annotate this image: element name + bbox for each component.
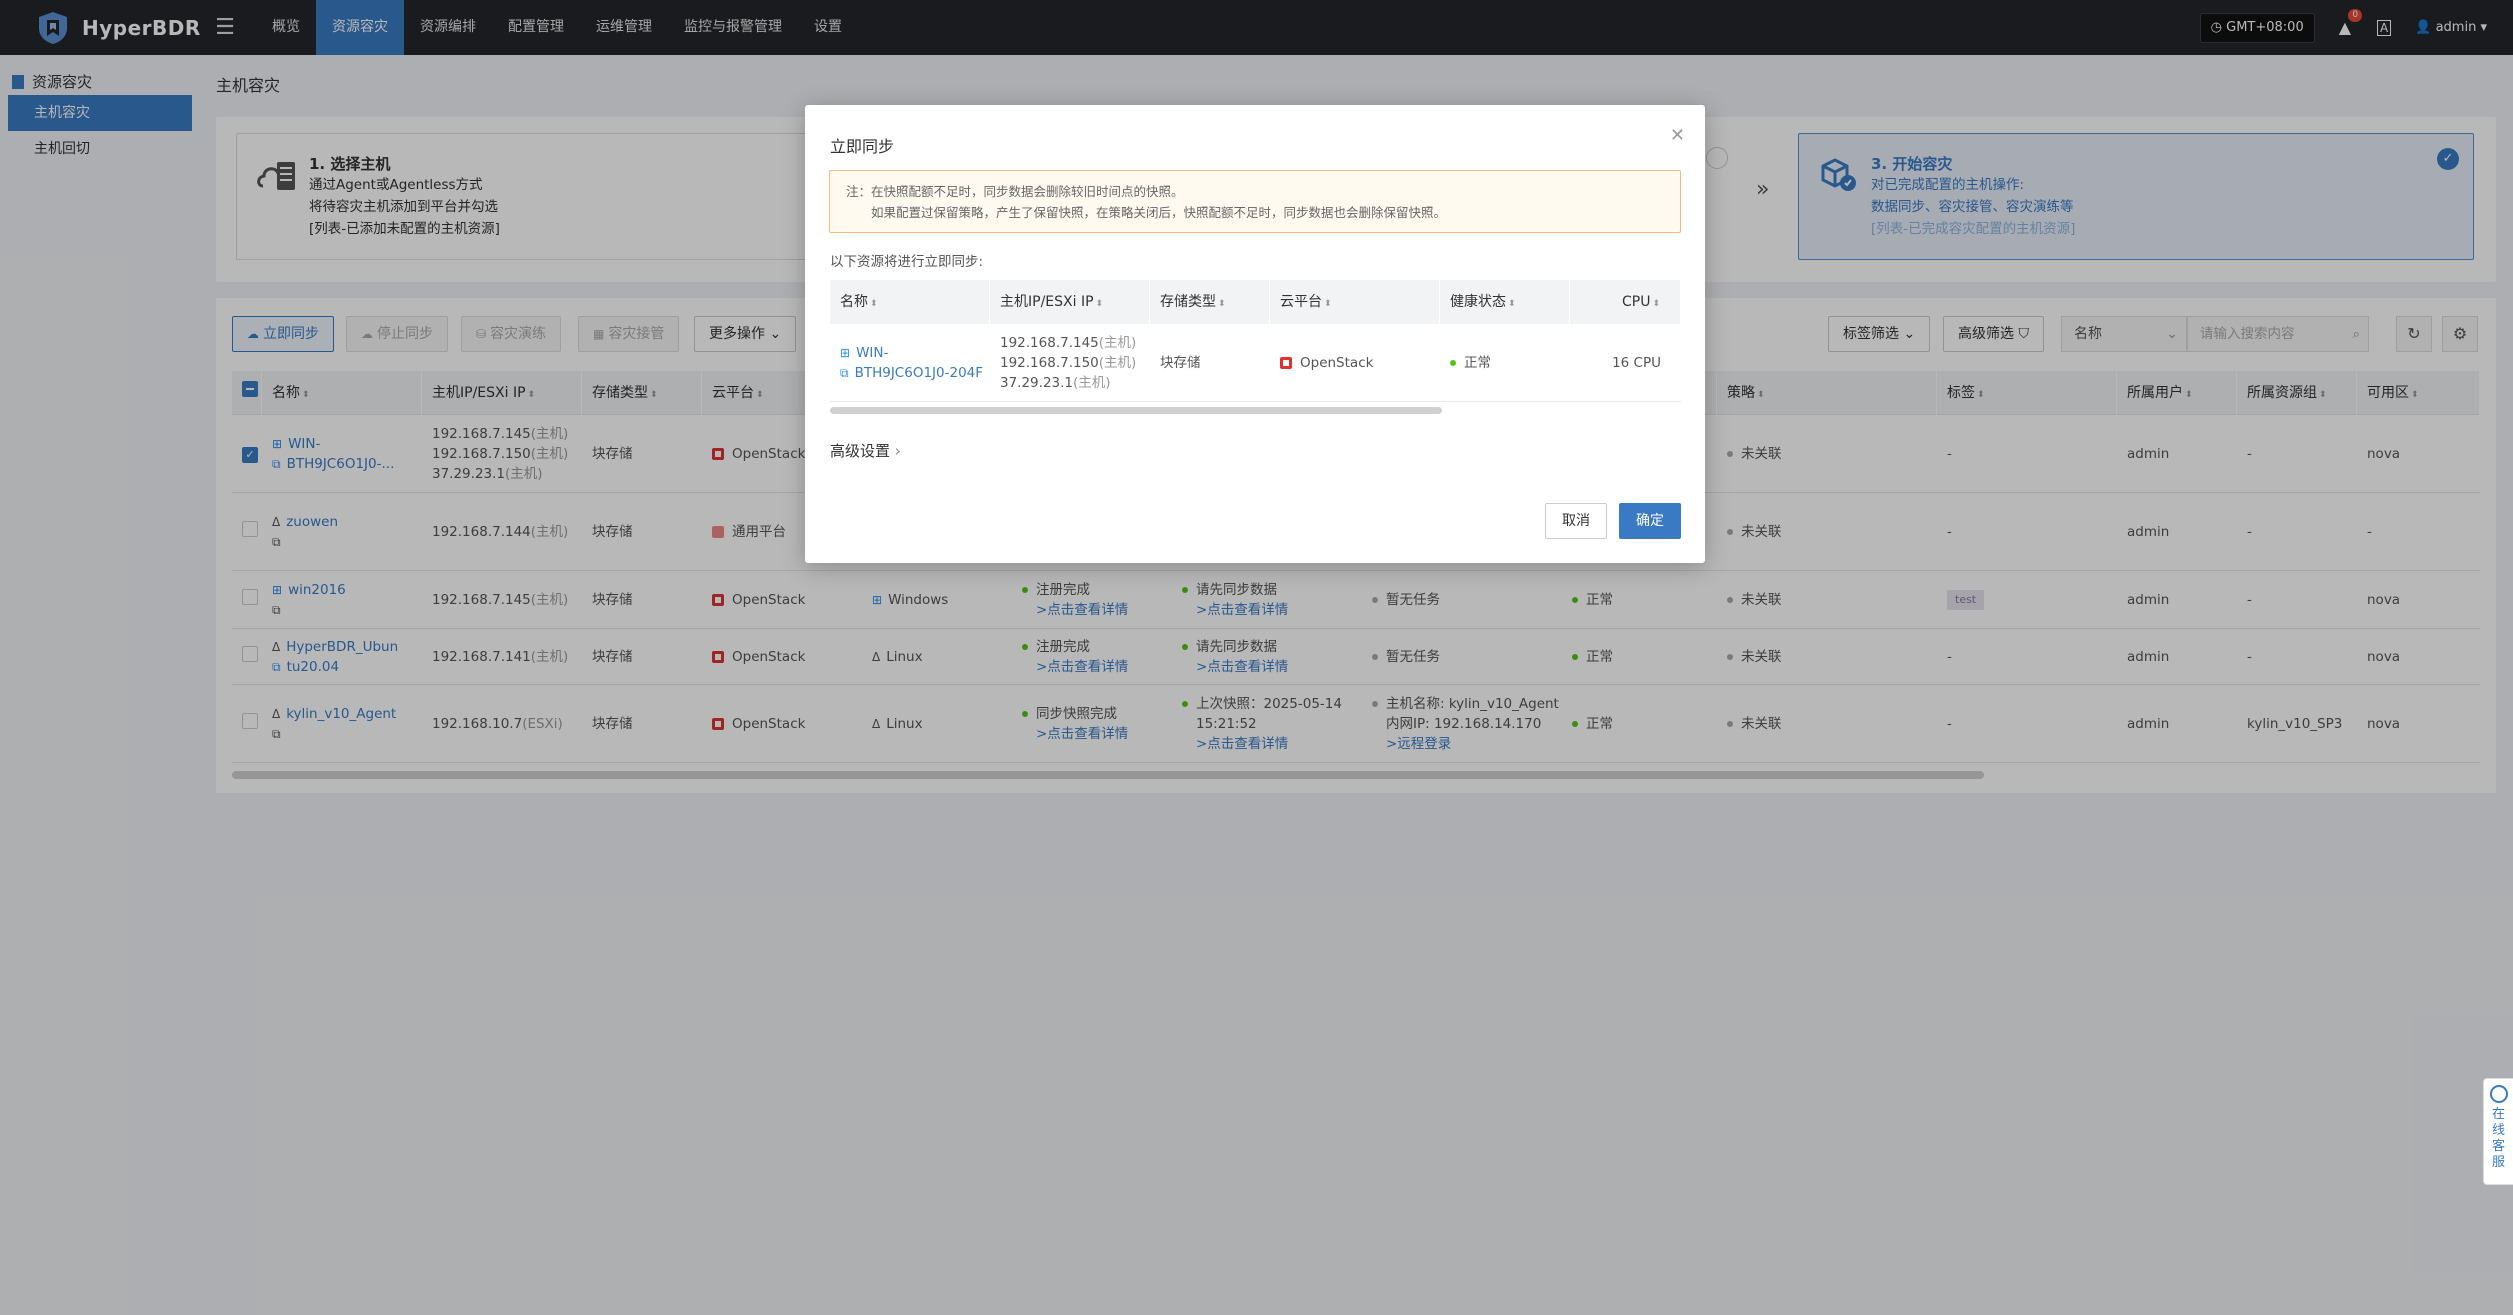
health-dot <box>1450 359 1456 366</box>
dialog-horizontal-scrollbar[interactable] <box>830 407 1442 414</box>
header-label: 云平台 <box>1280 294 1322 310</box>
sort-icon[interactable]: ⬍ <box>1652 299 1660 309</box>
host-name-link[interactable]: WIN- <box>856 345 888 361</box>
online-service-widget[interactable]: 在线客服 <box>2483 1078 2513 1185</box>
ip-role: (主机) <box>1098 334 1137 351</box>
ip-value: 192.168.7.145 <box>1000 334 1099 351</box>
windows-icon: ⊞ <box>840 345 851 360</box>
dialog-name-cell: ⊞ WIN- ⧉ BTH9JC6O1J0-204F <box>830 343 990 383</box>
dialog-title: 立即同步 <box>830 137 895 156</box>
dialog-header-cell[interactable]: 健康状态 ⬍ <box>1440 280 1570 324</box>
header-label: 健康状态 <box>1450 294 1506 310</box>
ip-value: 37.29.23.1 <box>1000 374 1073 391</box>
sort-icon[interactable]: ⬍ <box>1324 299 1332 309</box>
cpu-value: 16 CPU <box>1612 354 1661 371</box>
header-label: 主机IP/ESXi IP <box>1000 294 1094 310</box>
openstack-icon <box>1280 356 1292 369</box>
host-name-link[interactable]: BTH9JC6O1J0-204F <box>855 365 983 381</box>
header-label: 存储类型 <box>1160 294 1216 310</box>
host-name-line: ⊞ WIN- <box>840 343 990 363</box>
advanced-settings-label: 高级设置 <box>830 442 891 460</box>
close-icon[interactable]: ✕ <box>1670 125 1685 146</box>
sort-icon[interactable]: ⬍ <box>870 299 878 309</box>
dialog-header-cell[interactable]: 名称 ⬍ <box>830 280 990 324</box>
headset-icon <box>2489 1085 2508 1103</box>
dialog-table-header-row: 名称 ⬍ 主机IP/ESXi IP ⬍ 存储类型 ⬍ 云平台 ⬍ 健康状态 ⬍ CPU ⬍ <box>830 280 1681 324</box>
dialog-header-cell[interactable]: 云平台 ⬍ <box>1270 280 1440 324</box>
sort-icon[interactable]: ⬍ <box>1096 299 1104 309</box>
sync-now-dialog: 立即同步 ✕ 注：在快照配额不足时，同步数据会删除较旧时间点的快照。 如果配置过… <box>805 105 1705 563</box>
ip-value: 192.168.7.150 <box>1000 354 1099 371</box>
ip-line: 192.168.7.145(主机) <box>1000 333 1150 353</box>
snapshot-notice: 注：在快照配额不足时，同步数据会删除较旧时间点的快照。 如果配置过保留策略，产生… <box>829 170 1681 233</box>
dialog-health-cell: 正常 <box>1440 353 1570 373</box>
cancel-button[interactable]: 取消 <box>1545 503 1607 539</box>
ip-role: (主机) <box>1098 354 1137 371</box>
ip-line: 37.29.23.1(主机) <box>1000 373 1150 393</box>
storage-type: 块存储 <box>1160 354 1201 371</box>
confirm-button[interactable]: 确定 <box>1619 503 1681 539</box>
dialog-storage-cell: 块存储 <box>1150 353 1270 373</box>
notice-line: 注：在快照配额不足时，同步数据会删除较旧时间点的快照。 <box>846 184 1184 199</box>
ip-line: 192.168.7.150(主机) <box>1000 353 1150 373</box>
header-label: 名称 <box>840 294 868 310</box>
agent-icon: ⧉ <box>840 365 849 380</box>
dialog-cpu-cell: 16 CPU <box>1570 353 1681 373</box>
dialog-platform-cell: OpenStack <box>1270 353 1440 373</box>
header-label: CPU <box>1621 294 1651 310</box>
dialog-header-cell[interactable]: 存储类型 ⬍ <box>1150 280 1270 324</box>
dialog-lead-text: 以下资源将进行立即同步: <box>830 254 984 270</box>
dialog-header-cell[interactable]: 主机IP/ESXi IP ⬍ <box>990 280 1150 324</box>
dialog-header-cell[interactable]: CPU ⬍ <box>1570 280 1681 324</box>
sort-icon[interactable]: ⬍ <box>1218 299 1226 309</box>
advanced-settings-toggle[interactable]: 高级设置 › <box>830 440 901 461</box>
online-service-label: 在线客服 <box>2491 1107 2505 1170</box>
host-name-line: ⧉ BTH9JC6O1J0-204F <box>840 363 990 383</box>
dialog-ip-cell: 192.168.7.145(主机) 192.168.7.150(主机) 37.29.… <box>990 333 1150 393</box>
health-text: 正常 <box>1464 354 1491 371</box>
chevron-right-icon: › <box>894 442 901 460</box>
dialog-table-row: ⊞ WIN- ⧉ BTH9JC6O1J0-204F 192.168.7.145(主机) 1… <box>830 324 1681 402</box>
platform-name: OpenStack <box>1300 354 1374 371</box>
ip-role: (主机) <box>1073 374 1111 391</box>
notice-line: 如果配置过保留策略，产生了保留快照，在策略关闭后，快照配额不足时，同步数据也会删… <box>871 205 1447 220</box>
sort-icon[interactable]: ⬍ <box>1508 299 1516 309</box>
dialog-resource-table: 名称 ⬍ 主机IP/ESXi IP ⬍ 存储类型 ⬍ 云平台 ⬍ 健康状态 ⬍ CPU ⬍ ⊞ WIN- ⧉… <box>830 280 1681 402</box>
